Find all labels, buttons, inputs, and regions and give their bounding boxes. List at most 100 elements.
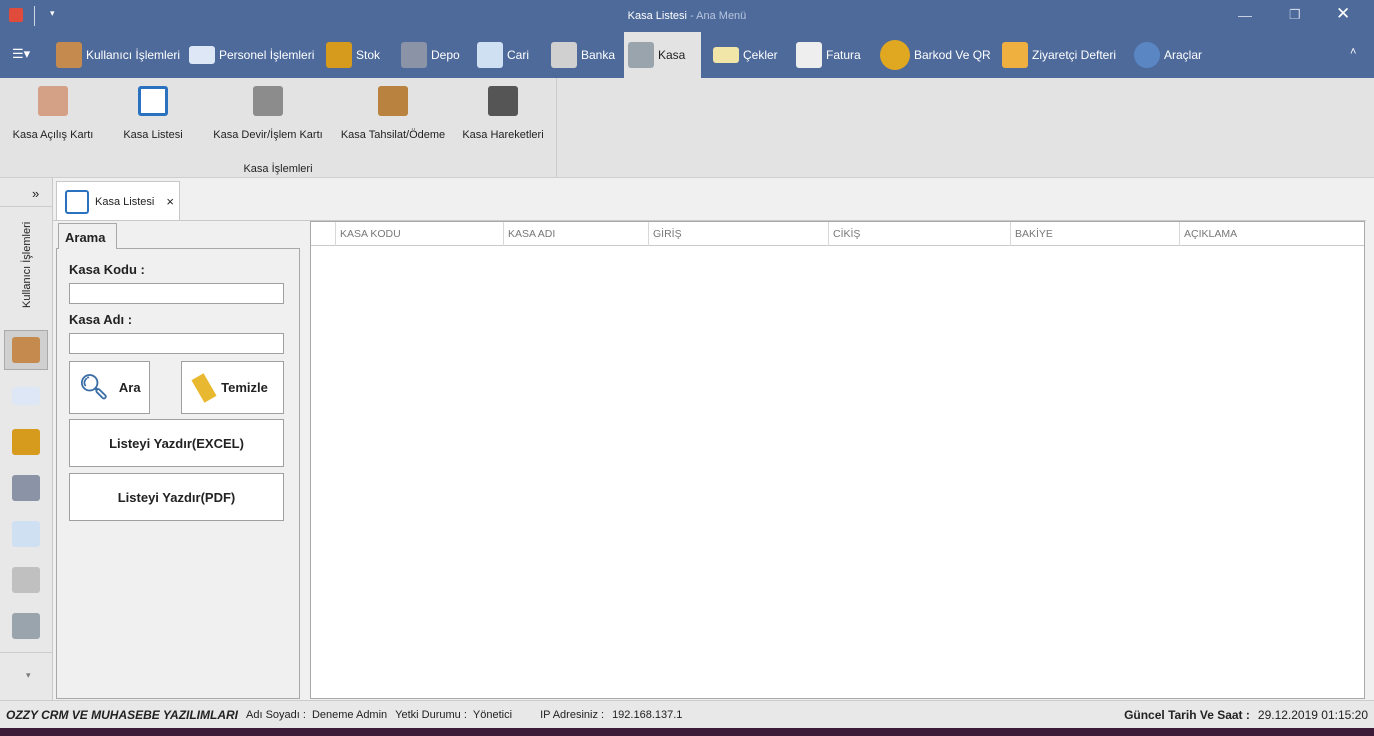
- title-bar: ▾ Kasa Listesi - Ana Menü — ❐ ✕: [0, 0, 1374, 32]
- crate-icon: [326, 42, 352, 68]
- tab-personel[interactable]: Personel İşlemleri: [185, 32, 318, 78]
- tab-label: Kullanıcı İşlemleri: [86, 48, 181, 62]
- kasa-devir-button[interactable]: Kasa Devir/İşlem Kartı: [210, 86, 326, 141]
- ara-button[interactable]: 🔍︎ Ara: [69, 361, 150, 414]
- kasa-hareketleri-button[interactable]: Kasa Hareketleri: [458, 86, 548, 141]
- tab-banka[interactable]: Banka: [547, 32, 619, 78]
- temizle-button[interactable]: Temizle: [181, 361, 284, 414]
- role-value: Yönetici: [472, 708, 513, 721]
- badge-icon: [477, 42, 503, 68]
- bank-icon: [12, 567, 40, 593]
- col-kasa-adi[interactable]: KASA ADI: [503, 222, 648, 246]
- kasa-tahsilat-button[interactable]: Kasa Tahsilat/Ödeme: [338, 86, 448, 141]
- name-label: Adı Soyadı :: [246, 708, 306, 721]
- ip-label: IP Adresiniz :: [540, 708, 605, 721]
- tab-ziyaretci[interactable]: Ziyaretçi Defteri: [998, 32, 1120, 78]
- kasa-acilis-karti-button[interactable]: Kasa Açılış Kartı: [10, 86, 96, 141]
- window-title: Kasa Listesi - Ana Menü: [0, 10, 1374, 22]
- nav-bar: » Kullanıcı İşlemleri ▾: [0, 178, 53, 700]
- doc-tab-label: Kasa Listesi: [95, 195, 155, 208]
- col-aciklama[interactable]: AÇIKLAMA: [1179, 222, 1364, 246]
- nav-cari[interactable]: [4, 514, 48, 554]
- wallet-icon: [378, 86, 408, 116]
- search-panel: Kasa Kodu : Kasa Adı : 🔍︎ Ara Temizle Lis…: [56, 248, 300, 699]
- bank-icon: [551, 42, 577, 68]
- restore-button[interactable]: ❐: [1289, 7, 1301, 23]
- tab-kasa[interactable]: Kasa: [624, 32, 701, 78]
- guestbook-icon: [1002, 42, 1028, 68]
- close-button[interactable]: ✕: [1336, 4, 1350, 24]
- role-label: Yetki Durumu :: [395, 708, 467, 721]
- close-tab-icon[interactable]: ×: [166, 194, 174, 209]
- safe-open-icon: [38, 86, 68, 116]
- row-indicator-header: [311, 222, 335, 246]
- tab-stok[interactable]: Stok: [322, 32, 384, 78]
- tab-cari[interactable]: Cari: [473, 32, 533, 78]
- nav-group-label: Kullanıcı İşlemleri: [21, 221, 33, 308]
- kasa-adi-input[interactable]: [69, 333, 284, 354]
- user-info-icon: [56, 42, 82, 68]
- button-label: Kasa Hareketleri: [462, 129, 544, 141]
- house-icon: [401, 42, 427, 68]
- id-card-icon: [12, 387, 40, 405]
- col-giris[interactable]: GİRİŞ: [648, 222, 828, 246]
- kasa-kodu-input[interactable]: [69, 283, 284, 304]
- nav-more-button[interactable]: ▾: [26, 670, 31, 681]
- ip-value: 192.168.137.1: [612, 708, 683, 721]
- id-card-icon: [189, 46, 215, 64]
- crate-icon: [12, 429, 40, 455]
- tab-kullanici[interactable]: Kullanıcı İşlemleri: [52, 32, 184, 78]
- document-tab[interactable]: Kasa Listesi ×: [56, 181, 180, 221]
- app-menu-button[interactable]: ☰▾: [12, 46, 30, 62]
- kasa-kodu-label: Kasa Kodu :: [69, 262, 145, 277]
- nav-kullanici[interactable]: [4, 330, 48, 370]
- broom-icon: [191, 372, 217, 403]
- button-label: Kasa Açılış Kartı: [12, 129, 94, 141]
- datetime-value: 29.12.2019 01:15:20: [1257, 707, 1368, 722]
- ara-label: Ara: [118, 380, 141, 395]
- tab-cekler[interactable]: Çekler: [709, 32, 782, 78]
- tab-label: Personel İşlemleri: [219, 48, 315, 62]
- tab-label: Banka: [581, 48, 616, 62]
- gears-icon: [1134, 42, 1160, 68]
- safe-gold-icon: [488, 86, 518, 116]
- tab-barkod[interactable]: Barkod Ve QR: [876, 32, 995, 78]
- nav-banka[interactable]: [4, 560, 48, 600]
- list-icon: [65, 189, 89, 214]
- tab-araclar[interactable]: Araçlar: [1130, 32, 1206, 78]
- col-kasa-kodu[interactable]: KASA KODU: [335, 222, 503, 246]
- invoice-icon: [796, 42, 822, 68]
- kasa-listesi-button[interactable]: Kasa Listesi: [118, 86, 188, 141]
- print-pdf-button[interactable]: Listeyi Yazdır(PDF): [69, 473, 284, 521]
- badge-icon: [12, 521, 40, 547]
- tab-label: Cari: [507, 48, 530, 62]
- tab-label: Fatura: [826, 48, 861, 62]
- os-taskbar: [0, 728, 1374, 736]
- tab-depo[interactable]: Depo: [397, 32, 464, 78]
- nav-stok[interactable]: [4, 422, 48, 462]
- nav-depo[interactable]: [4, 468, 48, 508]
- kasa-adi-label: Kasa Adı :: [69, 312, 133, 327]
- col-cikis[interactable]: CİKİŞ: [828, 222, 1010, 246]
- print-excel-button[interactable]: Listeyi Yazdır(EXCEL): [69, 419, 284, 467]
- title-sub: - Ana Menü: [686, 10, 747, 22]
- collapse-ribbon-icon[interactable]: ˄: [1350, 46, 1356, 58]
- barcode-icon: [880, 40, 910, 70]
- col-bakiye[interactable]: BAKİYE: [1010, 222, 1179, 246]
- title-main: Kasa Listesi: [627, 10, 687, 22]
- tab-label: Depo: [431, 48, 460, 62]
- nav-personel[interactable]: [4, 376, 48, 416]
- tab-label: Araçlar: [1164, 48, 1203, 62]
- nav-kasa[interactable]: [4, 606, 48, 646]
- minimize-button[interactable]: —: [1238, 7, 1252, 23]
- datetime-label: Güncel Tarih Ve Saat :: [1124, 707, 1250, 722]
- temizle-label: Temizle: [221, 380, 268, 395]
- tab-fatura[interactable]: Fatura: [792, 32, 865, 78]
- button-label: Kasa Listesi: [123, 129, 183, 141]
- expand-nav-button[interactable]: »: [32, 186, 39, 201]
- kasa-grid: KASA KODU KASA ADI GİRİŞ CİKİŞ BAKİYE AÇ…: [310, 221, 1365, 699]
- list-icon: [138, 86, 168, 116]
- search-tab[interactable]: Arama: [58, 223, 117, 249]
- grid-header: KASA KODU KASA ADI GİRİŞ CİKİŞ BAKİYE AÇ…: [311, 222, 1364, 246]
- ribbon-tabs: ☰▾ Kullanıcı İşlemleri Personel İşlemler…: [0, 32, 1374, 78]
